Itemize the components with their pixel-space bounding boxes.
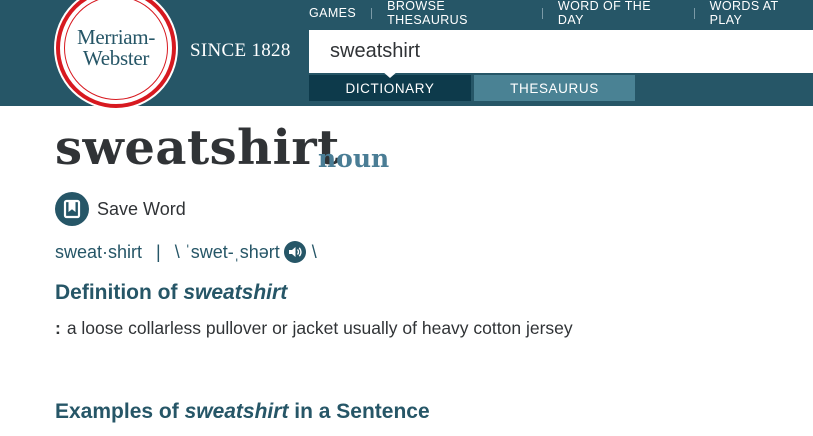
entry-headword: sweatshirt [55, 120, 340, 176]
tab-thesaurus[interactable]: THESAURUS [474, 75, 635, 101]
logo-ring: Merriam- Webster [64, 0, 168, 100]
nav-word-of-the-day[interactable]: WORD OF THE DAY [558, 0, 679, 27]
search-input-value: sweatshirt [330, 40, 421, 62]
nav-divider [541, 7, 543, 19]
definition-heading: Definition of sweatshirt [55, 281, 287, 305]
pronunciation-close: \ [311, 241, 317, 262]
definition-text: a loose collarless pullover or jacket us… [66, 318, 573, 338]
top-navigation: GAMES BROWSE THESAURUS WORD OF THE DAY W… [309, 0, 813, 27]
nav-games[interactable]: GAMES [309, 6, 356, 20]
nav-divider [693, 7, 695, 19]
definition-heading-prefix: Definition of [55, 281, 184, 304]
save-word-button[interactable] [55, 192, 89, 226]
examples-heading-word: sweatshirt [184, 400, 289, 423]
definition-sense: :a loose collarless pullover or jacket u… [55, 318, 573, 339]
logo-text-line2: Webster [82, 46, 150, 70]
logo-text-line1: Merriam- [76, 25, 156, 49]
tab-dictionary[interactable]: DICTIONARY [309, 75, 471, 101]
bookmark-icon [63, 199, 81, 219]
pronunciation-separator: | [156, 241, 161, 262]
part-of-speech[interactable]: noun [318, 144, 389, 173]
examples-heading-suffix: in a Sentence [288, 400, 430, 423]
search-input[interactable]: sweatshirt [309, 30, 813, 73]
definition-colon: : [55, 318, 61, 338]
syllabification: sweat·shirt [55, 241, 143, 262]
play-pronunciation-button[interactable] [283, 241, 306, 263]
speaker-icon [288, 247, 302, 257]
save-word-label[interactable]: Save Word [97, 199, 186, 220]
pronunciation-row: sweat·shirt | \ ˈswet-ˌshərt \ [55, 240, 317, 264]
nav-browse-thesaurus[interactable]: BROWSE THESAURUS [387, 0, 527, 27]
active-tab-caret [382, 71, 398, 78]
nav-divider [371, 7, 373, 19]
definition-heading-word: sweatshirt [183, 281, 288, 304]
examples-heading: Examples of sweatshirt in a Sentence [55, 400, 430, 424]
merriam-webster-logo[interactable]: Merriam- Webster [56, 0, 176, 108]
since-tagline: SINCE 1828 [190, 40, 291, 61]
nav-words-at-play[interactable]: WORDS AT PLAY [710, 0, 813, 27]
examples-heading-prefix: Examples of [55, 400, 185, 423]
site-header: Merriam- Webster SINCE 1828 GAMES BROWSE… [0, 0, 813, 108]
pronunciation-text: \ ˈswet-ˌshərt [174, 241, 280, 262]
